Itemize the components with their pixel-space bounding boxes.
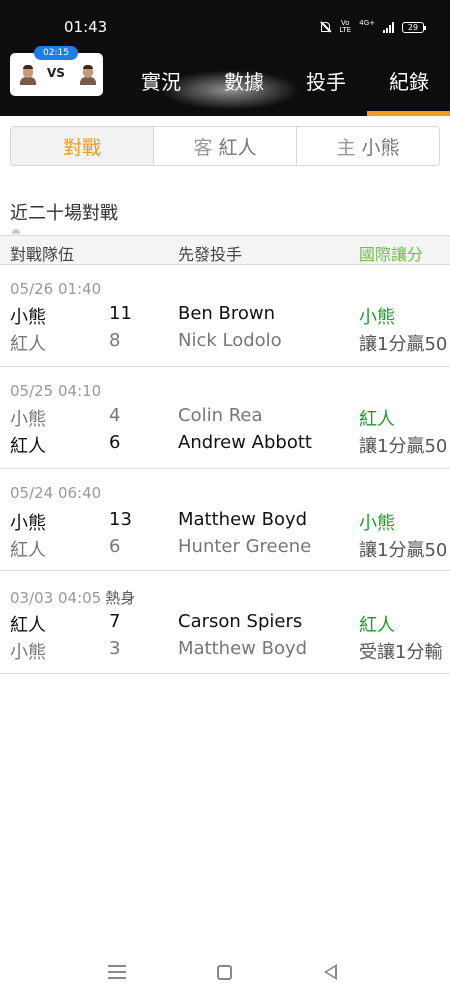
game-line-2: 紅人 8 Nick Lodolo 讓1分贏50 [0,330,450,356]
team-name: 小熊 [10,409,46,430]
app-header: 01:43 Vo LTE 4G+ 29 02:15 VS 實況 數據 投手 紀錄 [0,0,450,116]
section-title: 近二十場對戰 [10,203,118,224]
handicap-team: 紅人 [359,615,395,636]
column-handicap: 國際讓分 [359,245,424,264]
handicap-team: 小熊 [359,307,395,328]
team-name: 小熊 [10,307,46,328]
column-teams: 對戰隊伍 [10,245,75,264]
team-score: 6 [109,536,121,557]
team-score: 13 [109,509,132,530]
team-name: 紅人 [10,615,46,636]
game-row[interactable]: 05/24 06:40 小熊 13 Matthew Boyd 小熊 紅人 6 H… [0,469,450,571]
team-score: 7 [109,611,121,632]
status-time: 01:43 [64,18,108,36]
handicap-result: 讓1分贏50 [359,334,448,355]
game-line-1: 小熊 11 Ben Brown 小熊 [0,303,450,329]
column-pitchers: 先發投手 [178,245,243,264]
signal-icon [383,21,394,33]
team-score: 4 [109,405,121,426]
game-line-1: 小熊 4 Colin Rea 紅人 [0,405,450,431]
starting-pitcher: Matthew Boyd [178,509,308,530]
main-tabs: 實況 數據 投手 紀錄 [120,66,450,116]
recent-apps-icon[interactable] [108,965,126,979]
team-name: 紅人 [10,436,46,457]
game-note: 熱身 [105,589,136,607]
starting-pitcher: Andrew Abbott [178,432,312,453]
network-type-label: 4G+ [359,19,375,27]
battery-icon: 29 [402,21,426,33]
game-line-2: 紅人 6 Andrew Abbott 讓1分贏50 [0,432,450,458]
game-line-2: 小熊 3 Matthew Boyd 受讓1分輸 [0,638,450,664]
game-date: 03/03 04:05 熱身 [10,589,136,607]
segment-head-to-head[interactable]: 對戰 [11,127,153,165]
team-score: 3 [109,638,121,659]
home-icon[interactable] [217,965,232,980]
game-row[interactable]: 03/03 04:05 熱身 紅人 7 Carson Spiers 紅人 小熊 3… [0,572,450,674]
tab-records[interactable]: 紀錄 [389,66,429,95]
segment-away-team[interactable]: 客紅人 [153,127,296,165]
volte-icon: Vo LTE [339,19,352,34]
status-icons: Vo LTE 4G+ 29 [319,19,426,34]
tab-live[interactable]: 實況 [141,66,181,95]
handicap-team: 紅人 [359,409,395,430]
game-row[interactable]: 05/26 01:40 小熊 11 Ben Brown 小熊 紅人 8 Nick… [0,265,450,367]
team-name: 紅人 [10,334,46,355]
game-date: 05/24 06:40 [10,484,102,502]
game-row[interactable]: 05/25 04:10 小熊 4 Colin Rea 紅人 紅人 6 Andre… [0,367,450,469]
starting-pitcher: Hunter Greene [178,536,312,557]
team-name: 小熊 [10,642,46,663]
home-player-avatar [78,65,98,85]
game-time-badge: 02:15 [34,46,78,60]
starting-pitcher: Nick Lodolo [178,330,282,351]
tab-stats[interactable]: 數據 [224,66,264,95]
vs-label: VS [47,66,65,80]
active-tab-indicator [367,111,450,116]
team-score: 11 [109,303,132,324]
system-nav-bar [0,955,450,990]
handicap-result: 讓1分贏50 [359,436,448,457]
team-name: 小熊 [10,513,46,534]
game-line-2: 紅人 6 Hunter Greene 讓1分贏50 [0,536,450,562]
record-segment-control: 對戰 客紅人 主小熊 [10,126,440,166]
mute-bell-icon [319,21,331,33]
game-date: 05/26 01:40 [10,280,102,298]
handicap-result: 受讓1分輸 [359,642,443,663]
game-line-1: 紅人 7 Carson Spiers 紅人 [0,611,450,637]
team-name: 紅人 [10,540,46,561]
section-indicator [12,229,20,234]
table-header: 對戰隊伍 先發投手 國際讓分 [0,235,450,265]
starting-pitcher: Colin Rea [178,405,263,426]
handicap-result: 讓1分贏50 [359,540,448,561]
game-line-1: 小熊 13 Matthew Boyd 小熊 [0,509,450,535]
segment-home-team[interactable]: 主小熊 [296,127,439,165]
handicap-team: 小熊 [359,513,395,534]
starting-pitcher: Ben Brown [178,303,276,324]
team-score: 8 [109,330,121,351]
tab-pitchers[interactable]: 投手 [306,66,346,95]
starting-pitcher: Matthew Boyd [178,638,308,659]
game-date: 05/25 04:10 [10,382,102,400]
back-icon[interactable] [324,964,337,980]
starting-pitcher: Carson Spiers [178,611,303,632]
away-player-avatar [18,65,38,85]
team-score: 6 [109,432,121,453]
